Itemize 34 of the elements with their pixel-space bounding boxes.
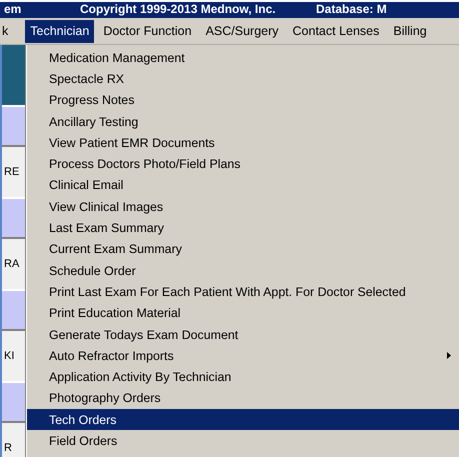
- row-label: RE: [4, 166, 20, 178]
- row-label: R: [4, 442, 12, 454]
- menu-item[interactable]: Last Exam Summary: [27, 217, 459, 239]
- menu-item[interactable]: Field Orders: [27, 430, 459, 452]
- menu-item[interactable]: Generate Todays Exam Document: [27, 324, 459, 346]
- menu-item[interactable]: Clinical Email: [27, 174, 459, 196]
- menu-title[interactable]: Billing: [388, 20, 432, 42]
- menu-title[interactable]: Technician: [25, 20, 94, 42]
- menu-item[interactable]: Process Doctors Photo/Field Plans: [27, 153, 459, 175]
- menu-item[interactable]: Tech Orders: [27, 409, 459, 430]
- menu-item[interactable]: Auto Refractor Imports: [27, 345, 459, 366]
- menu-title[interactable]: Contact Lenses: [288, 20, 384, 42]
- row-label: KI: [4, 350, 14, 362]
- submenu-arrow-icon: [447, 352, 451, 360]
- menu-title[interactable]: Doctor Function: [98, 20, 197, 42]
- menu-item[interactable]: View Patient EMR Documents: [27, 132, 459, 154]
- menu-title[interactable]: ASC/Surgery: [200, 20, 284, 42]
- menu-item[interactable]: Progress Notes: [27, 90, 459, 111]
- menu-item[interactable]: Print Last Exam For Each Patient With Appt. For Doctor Selected: [27, 281, 459, 303]
- title-text: Database: M: [316, 2, 387, 17]
- menu-item[interactable]: Photography Orders: [27, 388, 459, 410]
- menu-item[interactable]: View Clinical Images: [27, 196, 459, 218]
- menu-item[interactable]: Application Activity By Technician: [27, 366, 459, 388]
- panel-header: [2, 45, 25, 105]
- row-label: RA: [4, 258, 20, 270]
- menu-item[interactable]: Print Education Material: [27, 302, 459, 324]
- menu-item[interactable]: Current Exam Summary: [27, 238, 459, 260]
- menu-item[interactable]: Ancillary Testing: [27, 110, 459, 132]
- menu-title[interactable]: k: [0, 20, 12, 42]
- menu-item[interactable]: Schedule Order: [27, 260, 459, 282]
- menu-item[interactable]: Spectacle RX: [27, 68, 459, 90]
- title-text: Copyright 1999-2013 Mednow, Inc.: [80, 2, 277, 17]
- menu-item[interactable]: Medication Management: [27, 47, 459, 68]
- title-text: em: [4, 2, 22, 17]
